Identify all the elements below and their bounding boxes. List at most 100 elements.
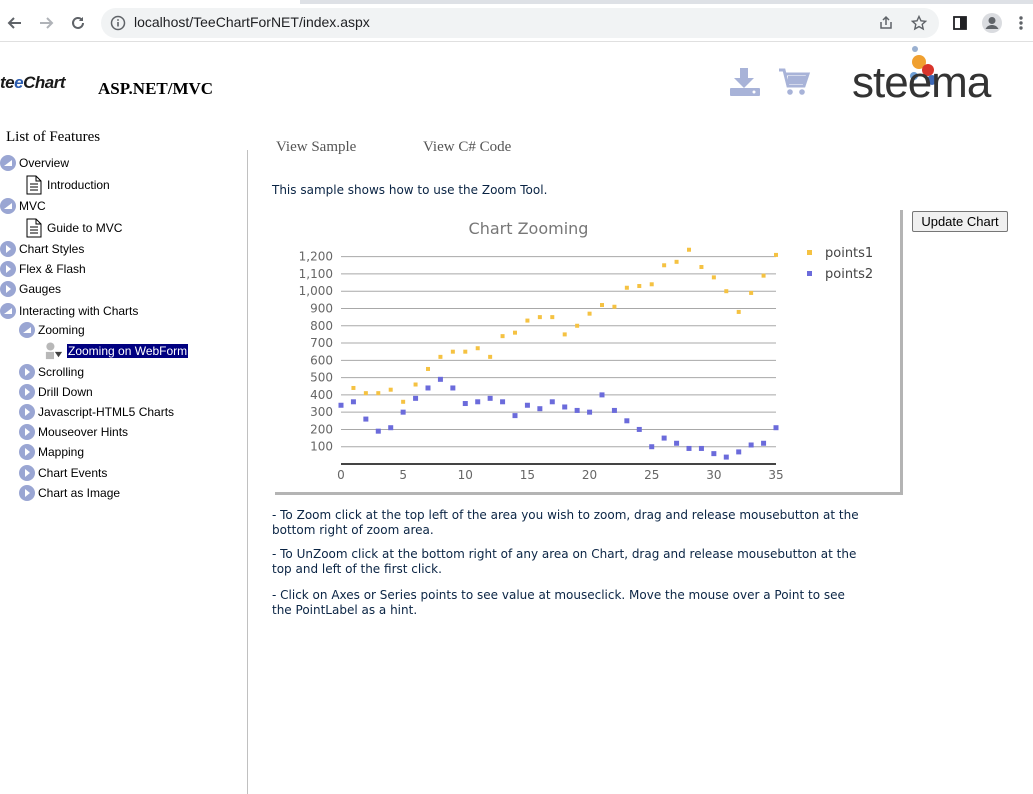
- series-points2-point[interactable]: [425, 385, 431, 391]
- address-bar[interactable]: localhost/TeeChartForNET/index.aspx: [101, 8, 939, 38]
- series-points2-point[interactable]: [773, 425, 779, 431]
- side-panel-button[interactable]: [947, 10, 973, 36]
- series-points1-point[interactable]: [749, 290, 754, 295]
- series-points1-point[interactable]: [674, 259, 679, 264]
- series-points2-point[interactable]: [375, 428, 381, 434]
- series-points1-point[interactable]: [662, 263, 667, 268]
- series-points2-point[interactable]: [549, 399, 555, 405]
- series-points1-point[interactable]: [550, 315, 555, 320]
- series-points2-point[interactable]: [611, 407, 617, 413]
- series-points2-point[interactable]: [624, 418, 630, 424]
- sidebar-item-zooming[interactable]: Zooming: [19, 321, 85, 339]
- series-points1-point[interactable]: [624, 285, 629, 290]
- sidebar-item-flex-flash[interactable]: Flex & Flash: [0, 260, 86, 278]
- series-points2-point[interactable]: [711, 451, 717, 457]
- series-points1-point[interactable]: [600, 303, 604, 308]
- series-points1-point[interactable]: [475, 346, 480, 351]
- series-points2-point[interactable]: [736, 449, 742, 455]
- series-points2-point[interactable]: [524, 402, 530, 408]
- series-points1-point[interactable]: [587, 311, 592, 316]
- series-points2-point[interactable]: [437, 376, 443, 382]
- series-points1-point[interactable]: [687, 247, 691, 252]
- legend-swatch-points1[interactable]: [807, 250, 812, 255]
- expand-icon[interactable]: [19, 364, 35, 380]
- series-points2-point[interactable]: [761, 440, 767, 446]
- series-points1-point[interactable]: [699, 265, 704, 270]
- browser-menu-button[interactable]: [1008, 10, 1033, 36]
- sidebar-item-gauges[interactable]: Gauges: [0, 280, 61, 298]
- series-points2-point[interactable]: [698, 445, 704, 451]
- series-points2-point[interactable]: [686, 445, 692, 451]
- sidebar-item-interacting-with-charts[interactable]: Interacting with Charts: [0, 302, 138, 320]
- series-points1-point[interactable]: [711, 275, 716, 280]
- series-points1-point[interactable]: [724, 289, 729, 294]
- series-points1-point[interactable]: [413, 382, 418, 387]
- series-points1-point[interactable]: [438, 354, 443, 359]
- sidebar-item-chart-events[interactable]: Chart Events: [19, 464, 107, 482]
- series-points1-point[interactable]: [513, 330, 517, 335]
- collapse-icon[interactable]: [19, 322, 35, 338]
- collapse-icon[interactable]: [0, 198, 16, 214]
- series-points2-point[interactable]: [363, 416, 369, 422]
- url-text[interactable]: localhost/TeeChartForNET/index.aspx: [134, 14, 370, 30]
- expand-icon[interactable]: [0, 261, 16, 277]
- series-points1-point[interactable]: [761, 273, 766, 278]
- sidebar-item-scrolling[interactable]: Scrolling: [19, 363, 84, 381]
- series-points2-point[interactable]: [574, 407, 580, 413]
- site-info-button[interactable]: [107, 12, 129, 34]
- expand-icon[interactable]: [19, 485, 35, 501]
- series-points2-point[interactable]: [537, 406, 543, 412]
- series-points1-point[interactable]: [463, 349, 468, 354]
- series-points2-point[interactable]: [487, 395, 493, 401]
- legend-swatch-points2[interactable]: [807, 271, 812, 276]
- series-points1-point[interactable]: [500, 334, 505, 339]
- expand-icon[interactable]: [19, 404, 35, 420]
- series-points2-point[interactable]: [450, 385, 456, 391]
- series-points1-point[interactable]: [376, 391, 381, 396]
- sidebar-item-zooming-on-webform[interactable]: Zooming on WebForm: [45, 342, 189, 360]
- series-points2-point[interactable]: [462, 401, 468, 407]
- series-points2-point[interactable]: [661, 435, 667, 441]
- series-points2-point[interactable]: [649, 444, 655, 450]
- chart-panel[interactable]: Chart Zooming 100 200 300 400 500 600 700 800 900…: [275, 210, 903, 495]
- series-points2-point[interactable]: [512, 413, 518, 419]
- sidebar-item-mouseover-hints[interactable]: Mouseover Hints: [19, 423, 128, 441]
- tab-view-code[interactable]: View C# Code: [423, 139, 511, 156]
- sidebar-item-mvc[interactable]: MVC: [0, 197, 46, 215]
- expand-icon[interactable]: [0, 241, 16, 257]
- series-points2-point[interactable]: [350, 399, 356, 405]
- expand-icon[interactable]: [19, 384, 35, 400]
- series-points2-point[interactable]: [674, 440, 680, 446]
- sidebar-item-guide-to-mvc[interactable]: Guide to MVC: [25, 218, 122, 238]
- series-points2-point[interactable]: [500, 399, 506, 405]
- series-points1-point[interactable]: [537, 315, 542, 320]
- series-points1-point[interactable]: [450, 349, 455, 354]
- series-points2-point[interactable]: [587, 409, 593, 415]
- sidebar-item-overview[interactable]: Overview: [0, 154, 69, 172]
- expand-icon[interactable]: [19, 444, 35, 460]
- series-points1-point[interactable]: [562, 332, 567, 337]
- sidebar-item-drill-down[interactable]: Drill Down: [19, 383, 93, 401]
- series-points1-point[interactable]: [774, 252, 778, 257]
- bookmark-button[interactable]: [908, 12, 930, 34]
- legend-label-points2[interactable]: points2: [825, 267, 873, 282]
- update-chart-button[interactable]: Update Chart: [912, 211, 1008, 232]
- series-points2-point[interactable]: [413, 395, 419, 401]
- reload-button[interactable]: [65, 10, 91, 36]
- forward-button[interactable]: [33, 10, 59, 36]
- cart-button[interactable]: [777, 66, 811, 98]
- sidebar-item-mapping[interactable]: Mapping: [19, 443, 84, 461]
- download-button[interactable]: [728, 66, 762, 98]
- expand-icon[interactable]: [19, 424, 35, 440]
- series-points1-point[interactable]: [525, 318, 530, 323]
- expand-icon[interactable]: [0, 281, 16, 297]
- profile-button[interactable]: [979, 10, 1005, 36]
- series-points1-point[interactable]: [637, 284, 642, 289]
- series-points1-point[interactable]: [426, 366, 430, 371]
- back-button[interactable]: [2, 10, 28, 36]
- series-points2-point[interactable]: [388, 425, 394, 431]
- series-points2-point[interactable]: [636, 426, 642, 432]
- series-points1-point[interactable]: [388, 387, 393, 392]
- sidebar-item-javascript-html5-charts[interactable]: Javascript-HTML5 Charts: [19, 403, 174, 421]
- legend-label-points1[interactable]: points1: [825, 246, 873, 261]
